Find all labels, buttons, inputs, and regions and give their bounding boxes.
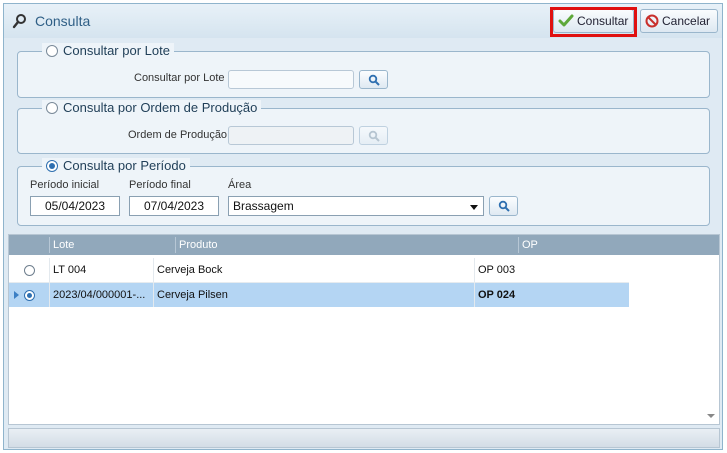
periodo-legend-label: Consulta por Período — [63, 158, 186, 173]
row-radio[interactable] — [24, 290, 35, 301]
ordem-group: Consulta por Ordem de Produção Ordem de … — [17, 100, 710, 154]
lote-radio[interactable] — [46, 44, 58, 57]
lote-group: Consultar por Lote Consultar por Lote — [17, 43, 710, 98]
ordem-radio[interactable] — [46, 101, 58, 114]
search-icon — [368, 74, 380, 86]
grid-header: Lote Produto OP — [9, 235, 719, 255]
periodo-inicial-label: Período inicial — [30, 179, 100, 191]
cancelar-label: Cancelar — [662, 14, 711, 28]
cell-divider — [153, 283, 154, 307]
header-separator — [175, 237, 176, 253]
consultar-button[interactable]: Consultar — [553, 9, 634, 33]
chevron-down-icon[interactable] — [470, 205, 478, 210]
area-select-value: Brassagem — [233, 199, 294, 213]
lote-input[interactable] — [228, 70, 354, 89]
periodo-inicial-input[interactable]: 05/04/2023 — [30, 196, 120, 216]
scroll-down-icon[interactable] — [707, 414, 715, 418]
column-header-lote[interactable]: Lote — [53, 239, 74, 251]
area-label: Área — [228, 179, 252, 191]
cell-lote: LT 004 — [53, 264, 87, 276]
cell-divider — [49, 283, 50, 307]
row-pointer-icon — [14, 291, 19, 299]
consulta-dialog: Consulta Consultar Cancelar Consultar po… — [3, 3, 723, 450]
column-header-op[interactable]: OP — [522, 239, 538, 251]
cell-produto: Cerveja Bock — [157, 264, 223, 276]
table-row[interactable]: LT 004 Cerveja Bock OP 003 — [9, 258, 629, 282]
cancel-icon — [645, 14, 659, 28]
periodo-final-input[interactable]: 07/04/2023 — [129, 196, 219, 216]
cancelar-button[interactable]: Cancelar — [640, 9, 718, 33]
grid-footer — [8, 428, 720, 448]
header-separator — [49, 237, 50, 253]
periodo-legend[interactable]: Consulta por Período — [42, 158, 190, 173]
dialog-title: Consulta — [35, 13, 91, 29]
periodo-final-label: Período final — [129, 179, 191, 191]
table-row-selected[interactable]: 2023/04/000001-... Cerveja Pilsen OP 024 — [9, 283, 629, 307]
ordem-legend[interactable]: Consulta por Ordem de Produção — [42, 100, 262, 115]
ordem-field-label: Ordem de Produção — [128, 129, 228, 141]
column-header-produto[interactable]: Produto — [179, 239, 218, 251]
cell-lote: 2023/04/000001-... — [53, 289, 146, 301]
ordem-legend-label: Consulta por Ordem de Produção — [63, 100, 258, 115]
title-bar: Consulta Consultar Cancelar — [4, 4, 722, 38]
cell-op: OP 024 — [478, 289, 516, 301]
results-grid: Lote Produto OP LT 004 Cerveja Bock OP 0… — [8, 234, 720, 425]
lote-legend-label: Consultar por Lote — [63, 43, 170, 58]
cell-op: OP 003 — [478, 264, 516, 276]
row-radio[interactable] — [24, 265, 35, 276]
search-icon — [498, 200, 510, 212]
search-icon — [12, 14, 26, 29]
cell-divider — [474, 283, 475, 307]
header-separator — [518, 237, 519, 253]
ordem-search-button[interactable] — [359, 126, 388, 145]
area-select[interactable]: Brassagem — [228, 196, 484, 216]
cell-produto: Cerveja Pilsen — [157, 289, 228, 301]
lote-legend[interactable]: Consultar por Lote — [42, 43, 174, 58]
cell-divider — [153, 258, 154, 282]
ordem-input[interactable] — [228, 126, 354, 145]
cell-divider — [49, 258, 50, 282]
vertical-scrollbar[interactable] — [703, 256, 719, 424]
area-search-button[interactable] — [489, 196, 518, 216]
periodo-radio[interactable] — [46, 159, 58, 172]
lote-field-label: Consultar por Lote — [134, 72, 225, 84]
check-icon — [558, 14, 574, 27]
lote-search-button[interactable] — [359, 70, 388, 89]
cell-divider — [474, 258, 475, 282]
search-icon — [368, 130, 380, 142]
consultar-label: Consultar — [577, 14, 629, 28]
periodo-group: Consulta por Período Período inicial 05/… — [17, 158, 710, 226]
